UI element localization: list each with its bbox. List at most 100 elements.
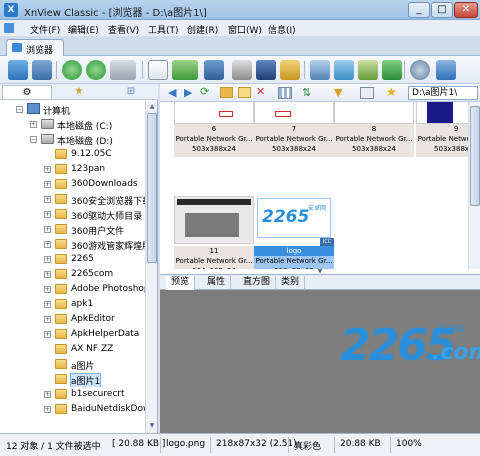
capture-icon[interactable] [310, 60, 330, 80]
filter-icon[interactable]: ▼ [334, 87, 348, 99]
expand-icon[interactable]: + [44, 301, 51, 308]
expand-icon[interactable]: + [44, 391, 51, 398]
tree-item[interactable]: + ApkHelperData [0, 327, 145, 342]
status-selection-size: [ 20.88 KB ] [112, 439, 166, 449]
parent-folder-icon[interactable]: ⟳ [200, 86, 212, 99]
tree-item[interactable]: +2265com [0, 267, 145, 282]
expand-icon[interactable]: + [44, 226, 51, 233]
expand-icon[interactable]: + [44, 166, 51, 173]
tree-scrollbar[interactable]: ▲ ▼ [145, 101, 157, 433]
tree-item[interactable]: 9.12.05C [0, 147, 145, 162]
tree-item[interactable]: + BaiduNetdiskDow [0, 402, 145, 417]
menu-window[interactable]: 窗口(W) [228, 23, 262, 36]
thumbnail-scrollbar[interactable] [468, 102, 480, 269]
thumbnail-item[interactable]: 8 Portable Network Gr... 503x388x24 [334, 102, 414, 157]
tree-item[interactable]: + ApkEditor [0, 312, 145, 327]
menu-tools[interactable]: 工具(T) [148, 23, 179, 36]
menu-info[interactable]: 信息(I) [268, 23, 296, 36]
menu-view[interactable]: 查看(V) [108, 23, 139, 36]
address-field[interactable]: D:\a图片1\ [408, 86, 478, 100]
view-mode-icon[interactable] [278, 87, 292, 99]
tab-favorites[interactable]: ★ [54, 85, 104, 99]
tree-item[interactable]: + Adobe Photoshop [0, 282, 145, 297]
tree-item[interactable]: +2265 [0, 252, 145, 267]
menu-file[interactable]: 文件(F) [30, 23, 60, 36]
thumbnail-type: Portable Network Gr... [255, 135, 333, 143]
slideshow-icon[interactable] [110, 60, 136, 80]
tree-item[interactable]: + b1securecrt [0, 387, 145, 402]
expand-icon[interactable]: + [44, 316, 51, 323]
web-icon[interactable] [358, 60, 378, 80]
forward-arrow-icon[interactable]: ▶ [184, 87, 196, 99]
expand-icon[interactable]: + [44, 256, 51, 263]
scroll-thumb[interactable] [147, 113, 157, 263]
sync-icon[interactable] [86, 60, 106, 80]
scanner-icon[interactable] [256, 60, 276, 80]
tree-item[interactable]: a图片 [0, 357, 145, 372]
menu-edit[interactable]: 编辑(E) [68, 23, 99, 36]
tree-item[interactable]: +360游戏管家辉煌版 [0, 237, 145, 252]
new-folder-icon[interactable] [220, 87, 233, 98]
tree-item[interactable]: a图片1 [0, 372, 145, 387]
tree-item[interactable]: AX NF ZZ [0, 342, 145, 357]
tree-item[interactable]: + apk1 [0, 297, 145, 312]
thumbnail-image [254, 102, 334, 124]
scroll-up-arrow[interactable]: ▲ [147, 102, 157, 112]
thumbnail-size-icon[interactable] [360, 87, 374, 99]
gear-icon[interactable] [410, 60, 430, 80]
print-icon[interactable] [232, 60, 252, 80]
delete-icon[interactable]: ✕ [256, 86, 268, 99]
expand-icon[interactable]: + [44, 196, 51, 203]
tree-item[interactable]: +360安全浏览器下载 [0, 192, 145, 207]
thumbnail-item-selected[interactable]: 2265 安卓网 ICC logo Portable Network Gr...… [254, 190, 334, 269]
scroll-down-arrow[interactable]: ▼ [147, 421, 157, 431]
tree-item[interactable]: +360用户文件 [0, 222, 145, 237]
tab-categories[interactable]: ⊞ [106, 85, 156, 99]
maximize-button[interactable]: □ [431, 2, 453, 18]
tree-item[interactable]: +123pan [0, 162, 145, 177]
new-document-icon[interactable] [148, 60, 168, 80]
tree-item[interactable]: − 本地磁盘 (D:) [0, 132, 145, 147]
expand-icon[interactable]: + [44, 211, 51, 218]
tree-item[interactable]: +360驱动大师目录 [0, 207, 145, 222]
collapse-icon[interactable]: − [16, 106, 23, 113]
collapse-icon[interactable]: − [30, 136, 37, 143]
tree-item[interactable]: + 本地磁盘 (C:) [0, 117, 145, 132]
tab-preview[interactable]: 预览 [166, 276, 196, 290]
tab-folders[interactable]: ⚙ [2, 85, 52, 99]
tab-categories[interactable]: 类别 [276, 276, 306, 290]
favorite-star-icon[interactable]: ★ [386, 85, 400, 99]
open-folder-icon[interactable] [8, 60, 28, 80]
batch-icon[interactable] [204, 60, 224, 80]
wallpaper-icon[interactable] [334, 60, 354, 80]
help-icon[interactable] [436, 60, 456, 80]
expand-icon[interactable]: + [44, 241, 51, 248]
sort-icon[interactable]: ⇅ [302, 87, 316, 99]
expand-icon[interactable]: + [44, 286, 51, 293]
tab-histogram[interactable]: 直方图 [238, 276, 277, 290]
fullscreen-icon[interactable] [32, 60, 52, 80]
convert-icon[interactable] [172, 60, 198, 80]
expand-icon[interactable]: + [44, 181, 51, 188]
thumbnail-item[interactable]: 11 Portable Network Gr... 864x607x24 [174, 190, 254, 269]
tree-item[interactable]: +360Downloads [0, 177, 145, 192]
thumbnail-item[interactable]: 7 Portable Network Gr... 503x388x24 [254, 102, 334, 157]
share-icon[interactable] [382, 60, 402, 80]
image-list-icon[interactable] [280, 60, 300, 80]
scroll-thumb[interactable] [470, 106, 480, 206]
minimize-button[interactable]: _ [408, 2, 430, 18]
expand-icon[interactable]: + [44, 331, 51, 338]
close-button[interactable]: ✕ [454, 2, 478, 18]
menu-app-icon[interactable] [4, 23, 14, 33]
refresh-icon[interactable] [62, 60, 82, 80]
back-arrow-icon[interactable]: ◀ [168, 87, 180, 99]
thumbnail-item[interactable]: 6 Portable Network Gr... 503x388x24 [174, 102, 254, 157]
tab-properties[interactable]: 属性 [202, 276, 232, 290]
expand-icon[interactable]: + [30, 121, 37, 128]
tab-browser[interactable]: 浏览器 [6, 39, 64, 56]
menu-create[interactable]: 创建(R) [187, 23, 218, 36]
expand-icon[interactable]: + [44, 271, 51, 278]
tree-item[interactable]: − 计算机 [0, 102, 145, 117]
expand-icon[interactable]: + [44, 406, 51, 413]
move-icon[interactable] [238, 87, 251, 98]
